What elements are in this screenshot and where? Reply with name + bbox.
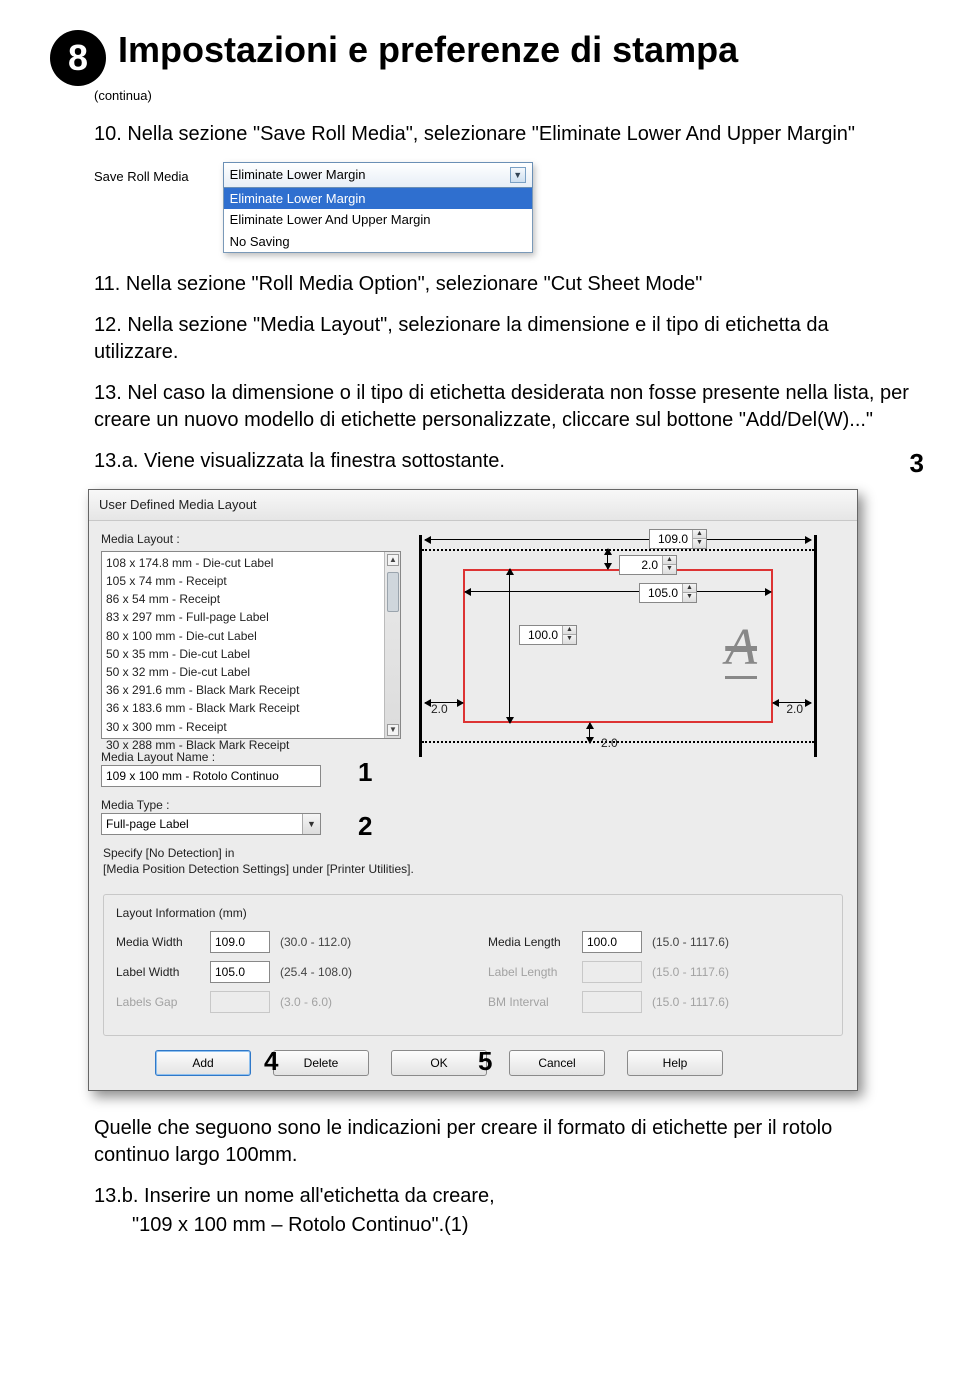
media-width-label: Media Width bbox=[116, 934, 200, 950]
labels-gap-input bbox=[210, 991, 270, 1013]
top-margin-spinner[interactable]: ▲▼ bbox=[619, 555, 677, 575]
callout-4: 4 bbox=[264, 1044, 278, 1079]
media-layout-label: Media Layout : bbox=[101, 531, 401, 547]
media-width-input[interactable] bbox=[210, 931, 270, 953]
bm-interval-input bbox=[582, 991, 642, 1013]
list-item[interactable]: 30 x 300 mm - Receipt bbox=[106, 718, 380, 736]
media-length-label: Media Length bbox=[488, 934, 572, 950]
media-width-range: (30.0 - 112.0) bbox=[280, 934, 351, 950]
scroll-down-icon[interactable]: ▼ bbox=[387, 724, 399, 736]
height-spinner[interactable]: ▲▼ bbox=[519, 625, 577, 645]
list-item[interactable]: 50 x 32 mm - Die-cut Label bbox=[106, 663, 380, 681]
labels-gap-label: Labels Gap bbox=[116, 994, 200, 1010]
scroll-up-icon[interactable]: ▲ bbox=[387, 554, 399, 566]
bottom-margin-value: 2.0 bbox=[601, 735, 618, 751]
dropdown-option[interactable]: Eliminate Lower Margin bbox=[224, 188, 532, 210]
scroll-thumb[interactable] bbox=[387, 572, 399, 612]
label-length-range: (15.0 - 1117.6) bbox=[652, 964, 729, 980]
delete-button[interactable]: Delete bbox=[273, 1050, 369, 1076]
layout-preview: ▲▼ ▲▼ ▲▼ ▲▼ bbox=[413, 531, 823, 761]
media-type-combo[interactable]: ▼ bbox=[101, 813, 321, 835]
list-item[interactable]: 36 x 183.6 mm - Black Mark Receipt bbox=[106, 699, 380, 717]
help-button[interactable]: Help bbox=[627, 1050, 723, 1076]
step-number-badge: 8 bbox=[50, 30, 106, 86]
bm-interval-label: BM Interval bbox=[488, 994, 572, 1010]
instruction-11: 11. Nella sezione "Roll Media Option", s… bbox=[94, 271, 910, 298]
chevron-down-icon[interactable]: ▼ bbox=[510, 167, 526, 183]
letter-a-watermark-icon: A bbox=[725, 613, 757, 683]
left-margin-value: 2.0 bbox=[431, 701, 448, 717]
width-spinner[interactable]: ▲▼ bbox=[649, 529, 707, 549]
ok-button[interactable]: OK bbox=[391, 1050, 487, 1076]
dropdown-screenshot: Save Roll Media Eliminate Lower Margin ▼… bbox=[94, 162, 910, 253]
dropdown-current[interactable]: Eliminate Lower Margin ▼ bbox=[223, 162, 533, 188]
instruction-10: 10. Nella sezione "Save Roll Media", sel… bbox=[94, 121, 910, 148]
list-item[interactable]: 83 x 297 mm - Full-page Label bbox=[106, 608, 380, 626]
dropdown-option[interactable]: No Saving bbox=[224, 231, 532, 253]
chevron-down-icon[interactable]: ▼ bbox=[302, 814, 320, 834]
media-type-label: Media Type : bbox=[101, 797, 401, 813]
page-title: Impostazioni e preferenze di stampa bbox=[118, 30, 738, 70]
callout-1: 1 bbox=[358, 755, 372, 790]
list-item[interactable]: 36 x 291.6 mm - Black Mark Receipt bbox=[106, 681, 380, 699]
media-length-range: (15.0 - 1117.6) bbox=[652, 934, 729, 950]
label-width-input[interactable] bbox=[210, 961, 270, 983]
list-item[interactable]: 86 x 54 mm - Receipt bbox=[106, 590, 380, 608]
right-margin-value: 2.0 bbox=[786, 701, 803, 717]
media-layout-name-input[interactable] bbox=[101, 765, 321, 787]
layout-info-group: Layout Information (mm) Media Width (30.… bbox=[103, 894, 843, 1036]
label-width-range: (25.4 - 108.0) bbox=[280, 964, 352, 980]
media-layout-listbox[interactable]: 108 x 174.8 mm - Die-cut Label 105 x 74 … bbox=[101, 551, 401, 739]
instruction-13b-line2: "109 x 100 mm – Rotolo Continuo".(1) bbox=[132, 1212, 910, 1239]
callout-3: 3 bbox=[910, 446, 924, 481]
label-width-spinner[interactable]: ▲▼ bbox=[639, 583, 697, 603]
label-length-label: Label Length bbox=[488, 964, 572, 980]
group-title: Layout Information (mm) bbox=[116, 905, 830, 921]
cancel-button[interactable]: Cancel bbox=[509, 1050, 605, 1076]
media-type-value[interactable] bbox=[102, 814, 302, 834]
instruction-13: 13. Nel caso la dimensione o il tipo di … bbox=[94, 380, 910, 434]
dropdown-current-text: Eliminate Lower Margin bbox=[230, 166, 366, 184]
list-item[interactable]: 50 x 35 mm - Die-cut Label bbox=[106, 645, 380, 663]
label-width-label: Label Width bbox=[116, 964, 200, 980]
dropdown-option[interactable]: Eliminate Lower And Upper Margin bbox=[224, 209, 532, 231]
callout-2: 2 bbox=[358, 809, 372, 844]
dialog-title: User Defined Media Layout bbox=[89, 490, 857, 521]
dialog-user-defined-media-layout: User Defined Media Layout Media Layout :… bbox=[88, 489, 858, 1091]
label-length-input bbox=[582, 961, 642, 983]
media-length-input[interactable] bbox=[582, 931, 642, 953]
footer-para: Quelle che seguono sono le indicazioni p… bbox=[94, 1115, 910, 1169]
callout-5: 5 bbox=[478, 1044, 492, 1079]
instruction-13b-line1: 13.b. Inserire un nome all'etichetta da … bbox=[94, 1183, 910, 1210]
list-item[interactable]: 105 x 74 mm - Receipt bbox=[106, 572, 380, 590]
dropdown-label: Save Roll Media bbox=[94, 162, 189, 186]
scrollbar[interactable]: ▲ ▼ bbox=[384, 552, 400, 738]
instruction-13a: 13.a. Viene visualizzata la finestra sot… bbox=[94, 448, 910, 475]
list-item[interactable]: 80 x 100 mm - Die-cut Label bbox=[106, 627, 380, 645]
instruction-12: 12. Nella sezione "Media Layout", selezi… bbox=[94, 312, 910, 366]
labels-gap-range: (3.0 - 6.0) bbox=[280, 994, 332, 1010]
list-item[interactable]: 108 x 174.8 mm - Die-cut Label bbox=[106, 554, 380, 572]
add-button[interactable]: Add bbox=[155, 1050, 251, 1076]
continua-label: (continua) bbox=[94, 88, 910, 103]
bm-interval-range: (15.0 - 1117.6) bbox=[652, 994, 729, 1010]
detection-hint: Specify [No Detection] in [Media Positio… bbox=[89, 841, 857, 887]
